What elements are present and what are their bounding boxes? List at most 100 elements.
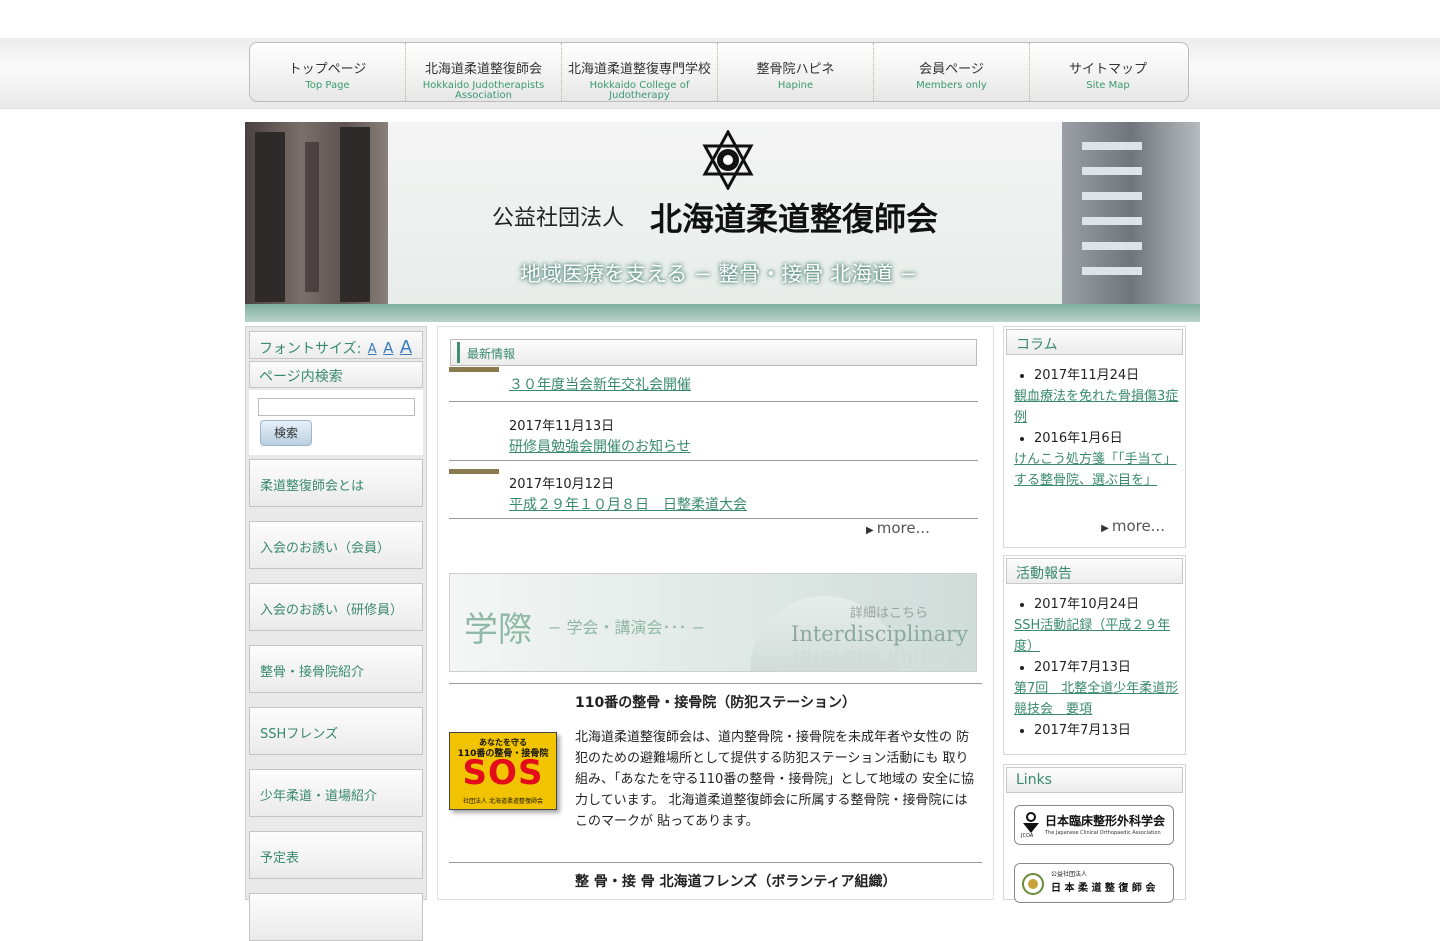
search-button[interactable]: 検索 (260, 420, 312, 446)
activity-list: 2017年10月24日 SSH活動記録（平成２９年度） 2017年7月13日 第… (1004, 594, 1185, 741)
gakusai-title: 学際 (464, 610, 532, 650)
activity-box: 活動報告 2017年10月24日 SSH活動記録（平成２９年度） 2017年7月… (1003, 555, 1186, 755)
banner-slogan: 地域医療を支える − 整骨・接骨 北海道 − (520, 262, 918, 286)
nav-label-jp: サイトマップ (1068, 62, 1147, 77)
sidebar-item-join-trainee[interactable]: 入会のお誘い（研修員） (249, 583, 423, 631)
friends-section-title: 整 骨・接 骨 北海道フレンズ（ボランティア組織） (575, 874, 897, 890)
sidebar-item-about[interactable]: 柔道整復師会とは (249, 459, 423, 507)
news-link[interactable]: ３０年度当会新年交礼会開催 (509, 374, 691, 394)
activity-date: 2017年10月24日 (1034, 597, 1140, 612)
font-size-medium-link[interactable]: A (383, 339, 393, 357)
left-sidebar: フォントサイズ: A A A ページ内検索 検索 柔道整復師会とは 入会のお誘い… (245, 326, 427, 941)
jcoa-mark-text: JCOA (1021, 833, 1034, 839)
building-photo-left (245, 122, 388, 304)
list-item: 2017年11月24日 観血療法を免れた骨損傷3症例 (1014, 365, 1185, 428)
news-more-label: more... (876, 519, 930, 537)
column-date: 2017年11月24日 (1034, 368, 1140, 383)
jcoa-link-banner[interactable]: JCOA 日本臨床整形外科学会 The Japanese Clinical Or… (1014, 805, 1174, 845)
nav-members[interactable]: 会員ページ Members only (874, 43, 1030, 101)
sidebar-item-schedule[interactable]: 予定表 (249, 831, 423, 879)
sidebar-item-next[interactable] (249, 893, 423, 941)
nav-sitemap[interactable]: サイトマップ Site Map (1030, 43, 1186, 101)
news-item: 2017年10月12日 平成２９年１０月８日 日整柔道大会 (449, 461, 978, 519)
building-photo-right (1062, 122, 1200, 304)
activity-link[interactable]: 第7回 北整全道少年柔道形競技会 要項 (1014, 678, 1185, 720)
sos-section-title: 110番の整骨・接骨院（防犯ステーション） (575, 695, 856, 711)
banner-subtitle: 公益社団法人 (492, 206, 625, 231)
news-thumbnail (449, 469, 499, 474)
nichijusei-name: 日 本 柔 道 整 復 師 会 (1051, 883, 1156, 894)
activity-link[interactable]: SSH活動記録（平成２９年度） (1014, 615, 1185, 657)
nav-label-en: Hokkaido College of Judotherapy (589, 80, 690, 101)
sos-badge-foot: 社団法人 北海道柔道整復師会 (463, 798, 543, 805)
column-heading: コラム (1006, 329, 1183, 355)
list-item: 2017年7月13日 (1034, 720, 1185, 741)
news-item: ３０年度当会新年交礼会開催 (449, 367, 978, 402)
global-nav: トップページ Top Page 北海道柔道整復師会 Hokkaido Judot… (249, 42, 1189, 102)
nav-label-jp: トップページ (288, 62, 367, 77)
sos-badge-image: あなたを守る 110番の整骨・接骨院 SOS 社団法人 北海道柔道整復師会 (449, 732, 557, 810)
nav-hapine[interactable]: 整骨院ハピネ Hapine (718, 43, 874, 101)
banner-accent-bar (245, 304, 1200, 322)
font-size-large-link[interactable]: A (400, 337, 412, 358)
column-link[interactable]: 観血療法を免れた骨損傷3症例 (1014, 386, 1185, 428)
activity-date: 2017年7月13日 (1034, 723, 1131, 738)
gakusai-english: Interdisciplinary (791, 622, 968, 646)
news-date: 2017年10月12日 (509, 477, 615, 492)
news-more-link[interactable]: ▶ more... (866, 519, 930, 537)
association-emblem-icon (702, 130, 754, 190)
play-triangle-icon: ▶ (1101, 523, 1109, 534)
gakusai-detail-link: 詳細はこちら (849, 606, 928, 621)
font-size-control: フォントサイズ: A A A (249, 331, 423, 359)
column-list: 2017年11月24日 観血療法を免れた骨損傷3症例 2016年1月6日 けんこ… (1004, 365, 1185, 491)
search-input[interactable] (258, 398, 415, 416)
play-triangle-icon: ▶ (866, 525, 874, 536)
sos-description: 北海道柔道整復師会は、道内整骨院・接骨院を未成年者や女性の 防犯のための避難場所… (575, 730, 975, 829)
links-box: Links JCOA 日本臨床整形外科学会 The Japanese Clini… (1003, 764, 1186, 903)
nav-label-en: Hokkaido Judotherapists Association (422, 80, 545, 101)
nichijusei-logo-icon (1022, 873, 1044, 895)
nichijusei-link-banner[interactable]: 公益社団法人 日 本 柔 道 整 復 師 会 (1014, 863, 1174, 903)
jcoa-english: The Japanese Clinical Orthopaedic Associ… (1045, 830, 1161, 836)
page-search-heading: ページ内検索 (249, 361, 423, 388)
news-link[interactable]: 研修員勉強会開催のお知らせ (509, 436, 691, 456)
nichijusei-small-label: 公益社団法人 (1051, 871, 1088, 878)
gakusai-subtitle: − 学会・講演会･･･ − (548, 618, 705, 637)
nav-label-en: Site Map (1086, 80, 1130, 91)
font-size-small-link[interactable]: A (368, 342, 377, 357)
column-link[interactable]: けんこう処方箋「「手当て」する整骨院、選ぶ目を」 (1014, 449, 1185, 491)
nav-label-jp: 会員ページ (919, 62, 984, 77)
main-content: 最新情報 ３０年度当会新年交礼会開催 2017年11月13日 研修員勉強会開催の… (437, 326, 994, 900)
nav-top-page[interactable]: トップページ Top Page (250, 43, 406, 101)
nav-label-en: Members only (916, 80, 987, 91)
sidebar-item-ssh-friends[interactable]: SSHフレンズ (249, 707, 423, 755)
nav-association[interactable]: 北海道柔道整復師会 Hokkaido Judotherapists Associ… (406, 43, 562, 101)
page-search-form: 検索 (249, 390, 423, 455)
news-heading-label: 最新情報 (467, 347, 516, 361)
banner-title: 北海道柔道整復師会 (650, 200, 939, 238)
column-more-label: more... (1111, 517, 1165, 535)
gakusai-english-reflection: Interdisciplinary (791, 646, 968, 670)
news-item: 2017年11月13日 研修員勉強会開催のお知らせ (449, 403, 978, 461)
nav-college[interactable]: 北海道柔道整復専門学校 Hokkaido College of Judother… (562, 43, 718, 101)
gakusai-banner[interactable]: 学際 − 学会・講演会･･･ − 詳細はこちら Interdisciplinar… (449, 573, 977, 672)
jcoa-name: 日本臨床整形外科学会 (1045, 814, 1166, 828)
right-sidebar: コラム 2017年11月24日 観血療法を免れた骨損傷3症例 2016年1月6日… (1003, 326, 1186, 903)
nav-label-en: Hapine (777, 80, 814, 91)
news-link[interactable]: 平成２９年１０月８日 日整柔道大会 (509, 494, 747, 514)
nav-label-jp: 北海道柔道整復師会 (424, 62, 542, 77)
list-item: 2017年10月24日 SSH活動記録（平成２９年度） (1014, 594, 1185, 657)
news-date: 2017年11月13日 (509, 419, 615, 434)
column-more-link[interactable]: ▶ more... (1101, 517, 1165, 535)
list-item: 2017年7月13日 第7回 北整全道少年柔道形競技会 要項 (1014, 657, 1185, 720)
sidebar-item-join-member[interactable]: 入会のお誘い（会員） (249, 521, 423, 569)
column-date: 2016年1月6日 (1034, 431, 1123, 446)
sos-badge-big: SOS (462, 753, 544, 793)
news-thumbnail (449, 367, 499, 372)
nav-label-en: Top Page (305, 80, 350, 91)
nav-label-jp: 北海道柔道整復専門学校 (567, 62, 711, 77)
sidebar-item-clinics[interactable]: 整骨・接骨院紹介 (249, 645, 423, 693)
sidebar-item-youth-judo[interactable]: 少年柔道・道場紹介 (249, 769, 423, 817)
font-size-label: フォントサイズ: (259, 341, 362, 357)
news-heading: 最新情報 (450, 339, 977, 366)
